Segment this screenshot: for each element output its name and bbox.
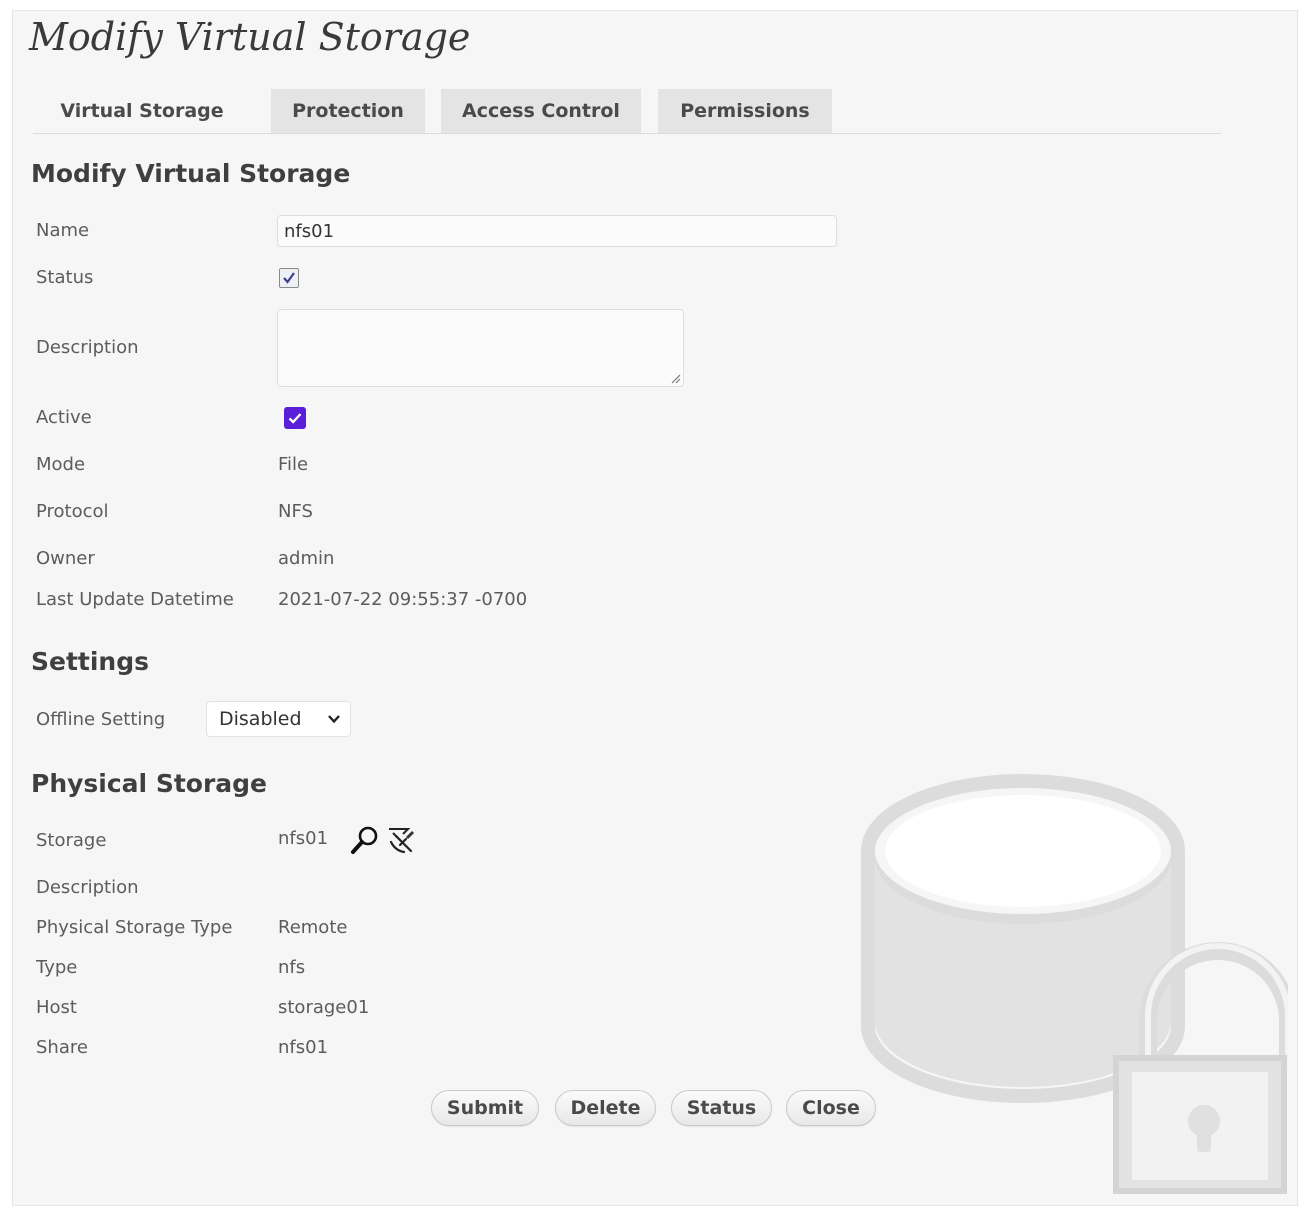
submit-button[interactable]: Submit xyxy=(431,1090,539,1126)
description-label: Description xyxy=(36,337,139,358)
status-button[interactable]: Status xyxy=(671,1090,772,1126)
modify-storage-panel: Modify Virtual Storage Virtual Storage P… xyxy=(12,10,1298,1206)
mode-label: Mode xyxy=(36,454,86,475)
status-label: Status xyxy=(36,267,94,288)
storage-value: nfs01 xyxy=(278,828,329,849)
checkmark-icon xyxy=(288,413,302,424)
protocol-label: Protocol xyxy=(36,501,109,522)
chevron-down-icon xyxy=(328,715,340,724)
active-checkbox[interactable] xyxy=(284,407,306,429)
name-label: Name xyxy=(36,220,90,241)
close-button[interactable]: Close xyxy=(786,1090,876,1126)
resize-grip-icon[interactable] xyxy=(669,372,681,384)
offline-setting-select[interactable]: Disabled xyxy=(206,701,351,737)
name-input[interactable] xyxy=(277,215,837,247)
storage-label: Storage xyxy=(36,830,107,851)
checkmark-icon xyxy=(283,272,295,284)
tab-access-control[interactable]: Access Control xyxy=(441,89,641,133)
status-checkbox[interactable] xyxy=(279,268,299,288)
host-label: Host xyxy=(36,997,77,1018)
offline-setting-label: Offline Setting xyxy=(36,709,166,730)
protocol-value: NFS xyxy=(278,501,313,522)
physical-description-label: Description xyxy=(36,877,139,898)
page-title: Modify Virtual Storage xyxy=(29,15,471,59)
last-update-value: 2021-07-22 09:55:37 -0700 xyxy=(278,589,528,610)
physical-storage-type-value: Remote xyxy=(278,917,348,938)
owner-label: Owner xyxy=(36,548,95,569)
type-value: nfs xyxy=(278,957,306,978)
active-label: Active xyxy=(36,407,92,428)
storage-lock-illustration xyxy=(861,774,1288,1194)
share-label: Share xyxy=(36,1037,88,1058)
section-heading-virtual-storage: Modify Virtual Storage xyxy=(31,159,351,188)
offline-setting-value: Disabled xyxy=(219,708,302,730)
tab-virtual-storage[interactable]: Virtual Storage xyxy=(33,89,251,133)
mode-value: File xyxy=(278,454,309,475)
edit-icon[interactable] xyxy=(384,824,416,856)
delete-button[interactable]: Delete xyxy=(555,1090,656,1126)
tab-bar: Virtual Storage Protection Access Contro… xyxy=(33,89,1221,134)
section-heading-settings: Settings xyxy=(31,647,150,676)
physical-storage-type-label: Physical Storage Type xyxy=(36,917,233,938)
description-textarea[interactable] xyxy=(277,309,684,387)
last-update-label: Last Update Datetime xyxy=(36,589,234,610)
share-value: nfs01 xyxy=(278,1037,329,1058)
tab-permissions[interactable]: Permissions xyxy=(658,89,832,133)
host-value: storage01 xyxy=(278,997,370,1018)
type-label: Type xyxy=(36,957,78,978)
tab-protection[interactable]: Protection xyxy=(271,89,425,133)
search-icon[interactable] xyxy=(349,824,381,856)
section-heading-physical-storage: Physical Storage xyxy=(31,769,268,798)
owner-value: admin xyxy=(278,548,335,569)
